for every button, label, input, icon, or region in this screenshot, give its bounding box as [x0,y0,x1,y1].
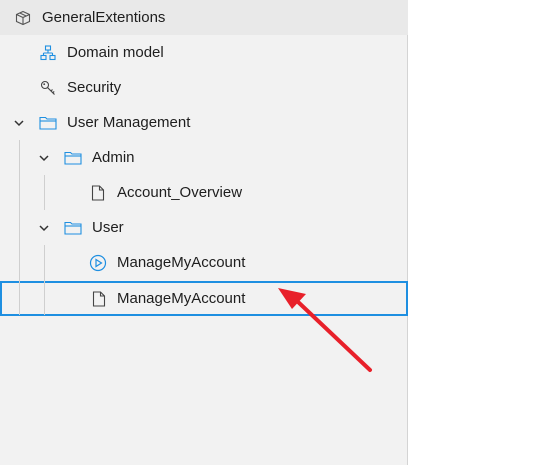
indent-guide [44,245,45,315]
tree-item-label: User [92,218,124,236]
chevron-down-icon[interactable] [12,116,26,130]
tree-item-user-management[interactable]: User Management [0,105,408,140]
tree-item-user[interactable]: User [0,210,408,245]
tree-item-label: Admin [92,148,135,166]
tree-item-security[interactable]: Security [0,70,408,105]
tree-item-label: Security [67,78,122,96]
tree-item-manage-my-account-page[interactable]: ManageMyAccount [0,281,408,316]
tree-item-account-overview[interactable]: Account_Overview [0,175,408,210]
tree-item-admin[interactable]: Admin [0,140,408,175]
tree-item-label: User Management [67,113,191,131]
tree-item-label: Domain model [67,43,164,61]
package-icon [14,9,32,27]
domain-model-icon [39,44,57,62]
tree-item-label: ManageMyAccount [117,253,246,271]
folder-icon [39,114,57,132]
folder-icon [64,219,82,237]
page-icon [89,184,107,202]
chevron-down-icon[interactable] [37,221,51,235]
indent-guide [44,175,45,210]
page-icon [90,290,108,308]
key-icon [39,79,57,97]
project-explorer-panel: GeneralExtentions Domain model Security … [0,0,408,465]
tree-item-manage-my-account-microflow[interactable]: ManageMyAccount [0,245,408,280]
microflow-icon [89,254,107,272]
tree-item-domain-model[interactable]: Domain model [0,35,408,70]
chevron-down-icon[interactable] [37,151,51,165]
tree-item-general-extentions[interactable]: GeneralExtentions [0,0,408,35]
folder-icon [64,149,82,167]
tree-item-label: ManageMyAccount [117,289,246,307]
tree-item-label: Account_Overview [117,183,243,201]
indent-guide [19,140,20,315]
tree-item-label: GeneralExtentions [42,8,166,26]
